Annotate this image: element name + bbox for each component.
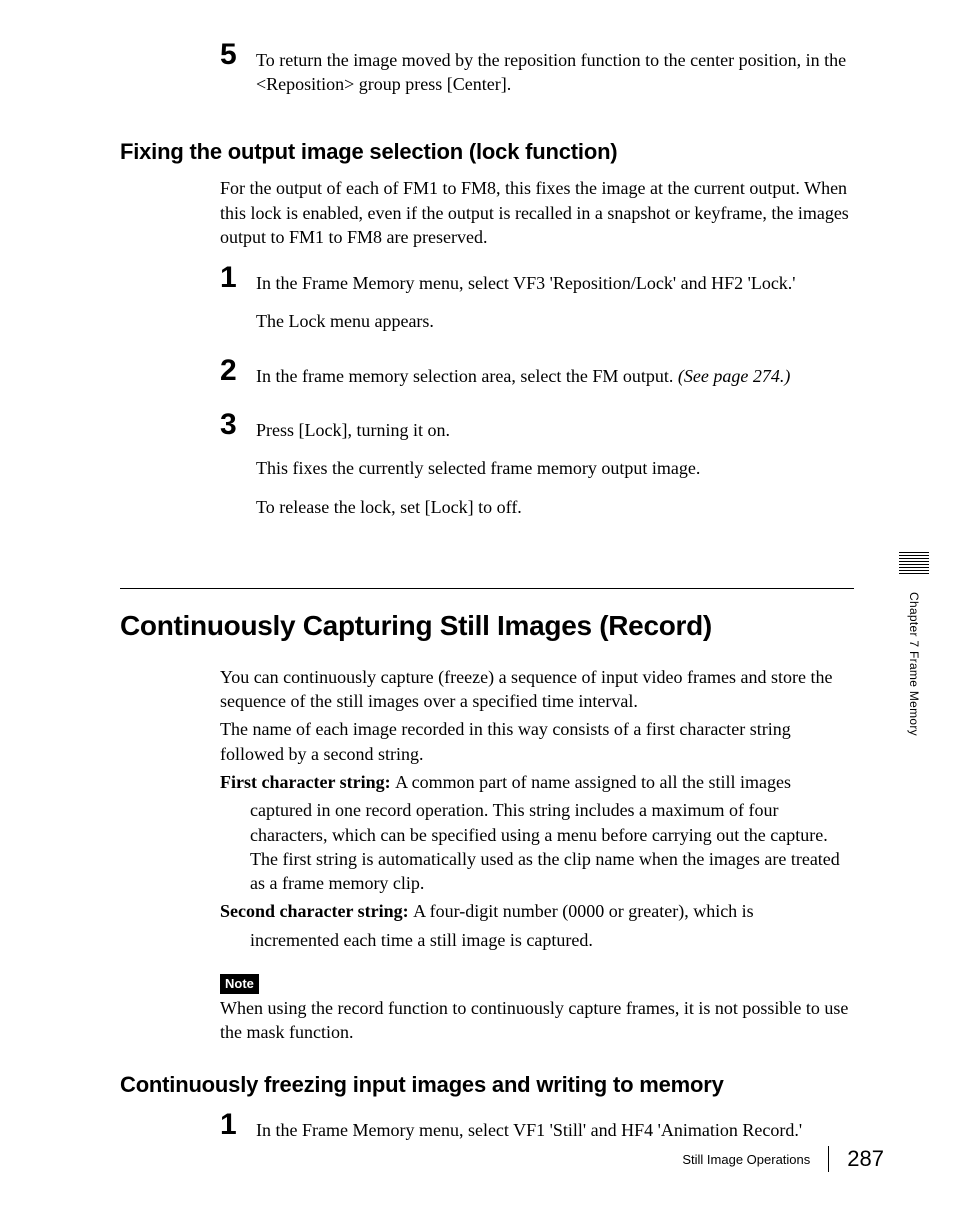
step-text: Press [Lock], turning it on. bbox=[256, 418, 854, 442]
record-p1: You can continuously capture (freeze) a … bbox=[220, 665, 854, 714]
page: Chapter 7 Frame Memory 5 To return the i… bbox=[0, 0, 954, 1204]
step-number: 3 bbox=[220, 410, 256, 440]
def-inline: A common part of name assigned to all th… bbox=[395, 772, 791, 792]
sidebar-hash-lines bbox=[899, 552, 929, 574]
heading-record: Continuously Capturing Still Images (Rec… bbox=[120, 588, 854, 645]
lock-intro: For the output of each of FM1 to FM8, th… bbox=[220, 176, 854, 249]
record-p2: The name of each image recorded in this … bbox=[220, 717, 854, 766]
sidebar-chapter-label: Chapter 7 Frame Memory bbox=[906, 592, 922, 736]
step-body: In the frame memory selection area, sele… bbox=[256, 356, 854, 402]
note-label: Note bbox=[220, 974, 259, 994]
def-second-string: Second character string: A four-digit nu… bbox=[220, 899, 854, 923]
step-result: The Lock menu appears. bbox=[256, 309, 854, 333]
note-body: When using the record function to contin… bbox=[220, 996, 854, 1045]
step-number: 1 bbox=[220, 263, 256, 293]
step-text: To return the image moved by the reposit… bbox=[256, 48, 854, 97]
footer-section-title: Still Image Operations bbox=[682, 1151, 810, 1169]
step-text: In the Frame Memory menu, select VF1 'St… bbox=[256, 1118, 854, 1142]
def-second-body: incremented each time a still image is c… bbox=[250, 928, 854, 952]
heading-freeze: Continuously freezing input images and w… bbox=[120, 1070, 854, 1100]
lock-step-3: 3 Press [Lock], turning it on. This fixe… bbox=[220, 410, 854, 533]
step-text: In the Frame Memory menu, select VF3 'Re… bbox=[256, 271, 854, 295]
step-result-1: This fixes the currently selected frame … bbox=[256, 456, 854, 480]
def-term: Second character string: bbox=[220, 901, 413, 921]
step-number: 5 bbox=[220, 40, 256, 70]
footer-divider bbox=[828, 1146, 829, 1172]
step-body: To return the image moved by the reposit… bbox=[256, 40, 854, 111]
step-number: 1 bbox=[220, 1110, 256, 1140]
def-inline: A four-digit number (0000 or greater), w… bbox=[413, 901, 754, 921]
step-5: 5 To return the image moved by the repos… bbox=[220, 40, 854, 111]
footer-page-number: 287 bbox=[847, 1144, 884, 1174]
def-first-body: captured in one record operation. This s… bbox=[250, 798, 854, 895]
step-text: In the frame memory selection area, sele… bbox=[256, 364, 854, 388]
step-body: In the Frame Memory menu, select VF3 'Re… bbox=[256, 263, 854, 348]
lock-intro-block: For the output of each of FM1 to FM8, th… bbox=[220, 176, 854, 533]
def-term: First character string: bbox=[220, 772, 395, 792]
section-record: Continuously Capturing Still Images (Rec… bbox=[120, 588, 854, 645]
step-number: 2 bbox=[220, 356, 256, 386]
page-reference: (See page 274.) bbox=[678, 366, 790, 386]
page-footer: Still Image Operations 287 bbox=[682, 1144, 884, 1174]
sidebar-thumb-index: Chapter 7 Frame Memory bbox=[892, 552, 936, 736]
record-body: You can continuously capture (freeze) a … bbox=[220, 665, 854, 1044]
step-result-2: To release the lock, set [Lock] to off. bbox=[256, 495, 854, 519]
lock-step-1: 1 In the Frame Memory menu, select VF3 '… bbox=[220, 263, 854, 348]
step-body: Press [Lock], turning it on. This fixes … bbox=[256, 410, 854, 533]
heading-lock-function: Fixing the output image selection (lock … bbox=[120, 137, 854, 167]
lock-step-2: 2 In the frame memory selection area, se… bbox=[220, 356, 854, 402]
def-first-string: First character string: A common part of… bbox=[220, 770, 854, 794]
